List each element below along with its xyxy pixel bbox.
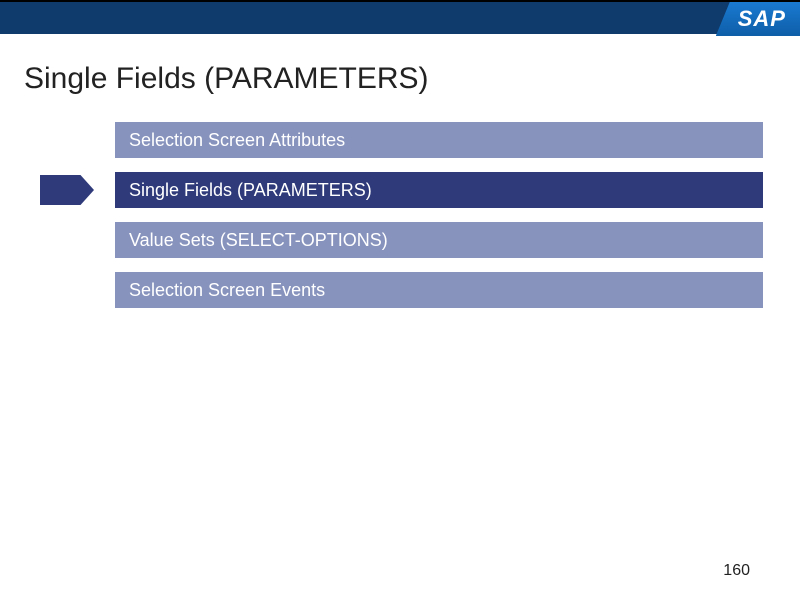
- nav-items: Selection Screen Attributes Single Field…: [115, 122, 763, 308]
- nav-item: Single Fields (PARAMETERS): [115, 172, 763, 208]
- nav-item: Selection Screen Attributes: [115, 122, 763, 158]
- page-number: 160: [723, 562, 750, 580]
- active-pointer-icon: [40, 175, 94, 205]
- sap-logo: SAP: [716, 2, 800, 36]
- nav-item-label: Value Sets (SELECT-OPTIONS): [115, 222, 763, 258]
- header-bar: SAP: [0, 0, 800, 34]
- page-title: Single Fields (PARAMETERS): [24, 62, 800, 96]
- nav-item-label: Selection Screen Events: [115, 272, 763, 308]
- sap-logo-text: SAP: [738, 6, 786, 32]
- nav-item-label: Single Fields (PARAMETERS): [115, 172, 763, 208]
- nav-item-label: Selection Screen Attributes: [115, 122, 763, 158]
- nav-item: Selection Screen Events: [115, 272, 763, 308]
- nav-item: Value Sets (SELECT-OPTIONS): [115, 222, 763, 258]
